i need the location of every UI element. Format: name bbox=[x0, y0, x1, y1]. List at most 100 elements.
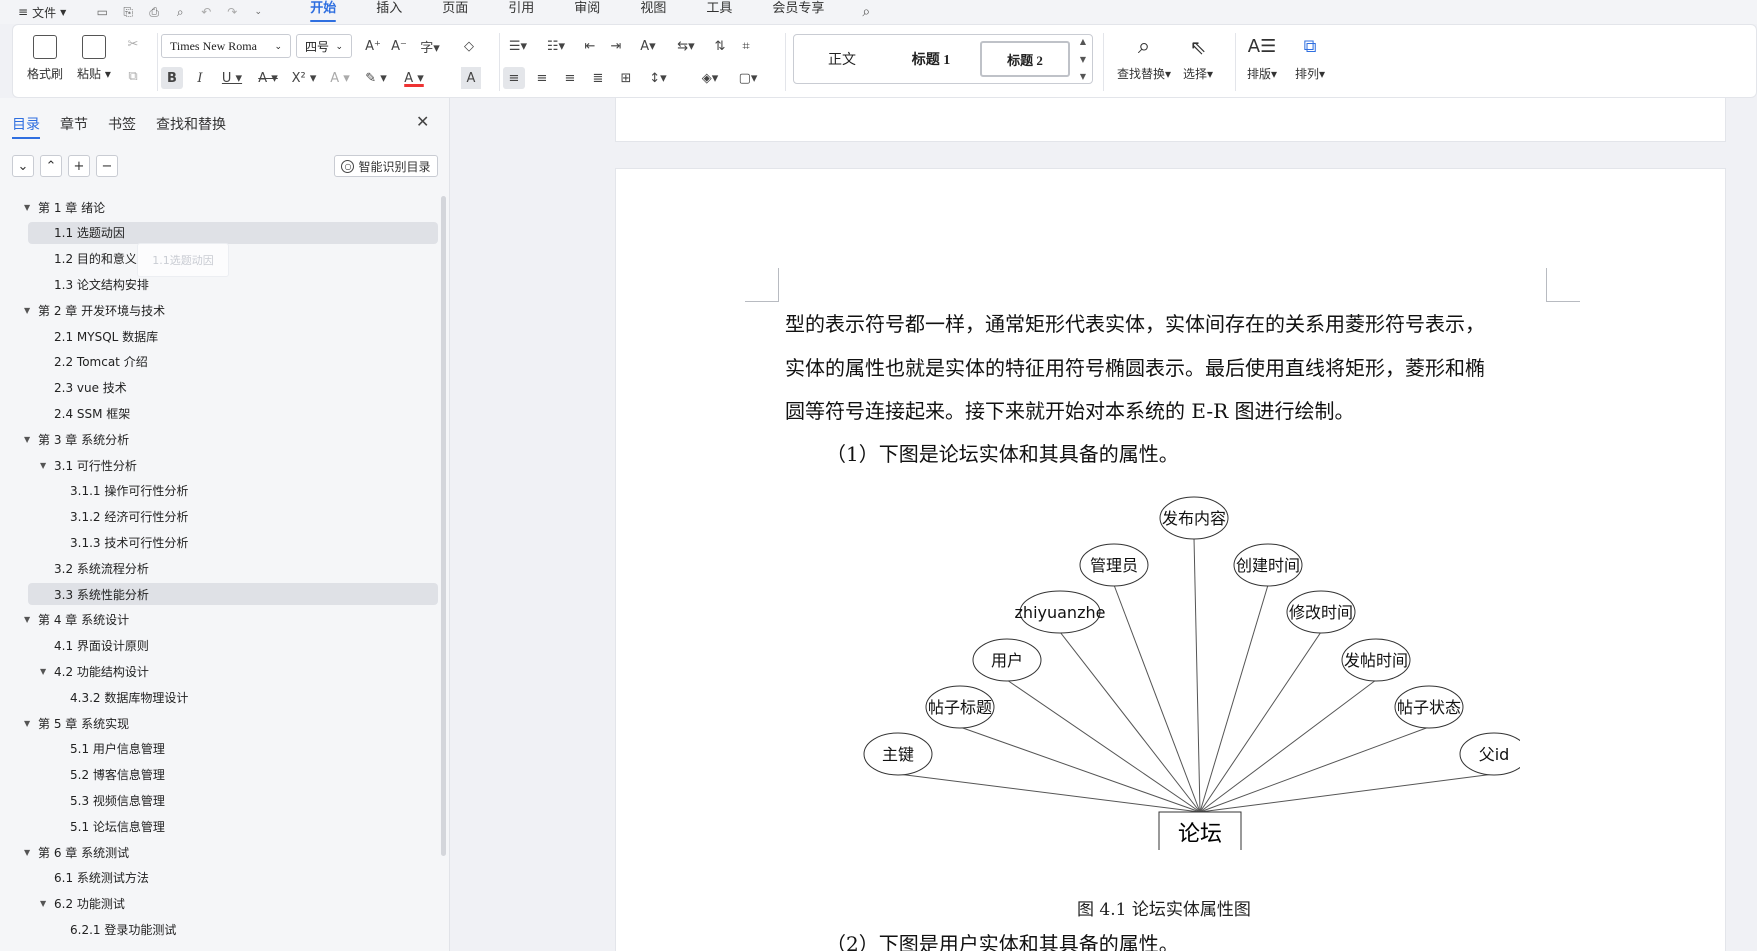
expand-triangle-icon[interactable]: ▼ bbox=[24, 719, 30, 728]
expand-triangle-icon[interactable]: ▼ bbox=[40, 899, 46, 908]
paste-button[interactable]: 粘贴 ▾ bbox=[77, 35, 111, 82]
decrease-indent-icon[interactable]: ⇤ bbox=[579, 35, 601, 57]
expand-triangle-icon[interactable]: ▼ bbox=[24, 615, 30, 624]
show-marks-icon[interactable]: ⌗ bbox=[735, 35, 757, 57]
tab-tools[interactable]: 工具 bbox=[686, 0, 752, 24]
save-icon[interactable]: ▭ bbox=[94, 5, 110, 19]
expand-triangle-icon[interactable]: ▼ bbox=[24, 203, 30, 212]
underline-icon[interactable]: U ▾ bbox=[217, 67, 247, 89]
toc-item[interactable]: ▼ 3.1 可行性分析 bbox=[28, 454, 438, 476]
er-diagram[interactable]: 主键 帖子标题 用户 zhiyuanzhe 管理员 发布内容创建时间修改时间发帖时间帖子状… bbox=[850, 490, 1520, 850]
toc-item[interactable]: 5.1 论坛信息管理 bbox=[28, 815, 438, 837]
toc-item[interactable]: 5.1 用户信息管理 bbox=[28, 738, 438, 760]
justify-icon[interactable]: ≣ bbox=[587, 67, 609, 89]
expand-icon[interactable]: ▼ bbox=[1080, 72, 1086, 81]
chevron-down-icon[interactable]: ▼ bbox=[1080, 55, 1086, 64]
numbered-list-icon[interactable]: ☷▾ bbox=[541, 35, 571, 57]
toc-item[interactable]: ▼ 第 1 章 绪论 bbox=[24, 196, 438, 218]
paragraph-line[interactable]: （1）下图是论坛实体和其具备的属性。 bbox=[826, 438, 1179, 467]
more-icon[interactable]: ⌄ bbox=[250, 5, 266, 19]
font-color-icon[interactable]: A ▾ bbox=[399, 67, 429, 89]
toc-item[interactable]: ▼ 4.2 功能结构设计 bbox=[28, 660, 438, 682]
style-normal[interactable]: 正文 bbox=[802, 41, 882, 77]
style-heading-2[interactable]: 标题 2 bbox=[980, 41, 1070, 77]
style-heading-1[interactable]: 标题 1 bbox=[888, 41, 974, 77]
toc-item[interactable]: 3.1.2 经济可行性分析 bbox=[28, 506, 438, 528]
arrange-button[interactable]: ⧉ 排列▾ bbox=[1295, 35, 1325, 82]
tab-references[interactable]: 引用 bbox=[488, 0, 554, 24]
align-center-icon[interactable]: ≡ bbox=[531, 67, 553, 89]
toc-item[interactable]: 4.1 界面设计原则 bbox=[28, 635, 438, 657]
tab-review[interactable]: 审阅 bbox=[554, 0, 620, 24]
cut-icon[interactable]: ✂ bbox=[123, 33, 143, 55]
chevron-up-icon[interactable]: ▲ bbox=[1080, 37, 1086, 46]
move-up-button[interactable]: ⌃ bbox=[40, 155, 62, 177]
tab-view[interactable]: 视图 bbox=[620, 0, 686, 24]
grow-font-icon[interactable]: A⁺ bbox=[362, 35, 384, 57]
toc-item[interactable]: 5.2 博客信息管理 bbox=[28, 764, 438, 786]
toc-item[interactable]: ▼ 第 4 章 系统设计 bbox=[24, 609, 438, 631]
clear-format-icon[interactable]: ◇ bbox=[458, 35, 480, 57]
format-painter-button[interactable]: 格式刷 bbox=[27, 35, 63, 82]
align-right-icon[interactable]: ≡ bbox=[559, 67, 581, 89]
bullet-list-icon[interactable]: ☰▾ bbox=[503, 35, 533, 57]
toc-item[interactable]: 1.1 选题动因 bbox=[28, 221, 438, 244]
strikethrough-icon[interactable]: A ▾ bbox=[253, 67, 283, 89]
tab-toc[interactable]: 目录 bbox=[12, 114, 40, 139]
file-menu[interactable]: ≡ 文件 ▼ bbox=[18, 4, 66, 21]
export-icon[interactable]: ⎘ bbox=[120, 5, 136, 19]
paragraph-line[interactable]: 型的表示符号都一样，通常矩形代表实体，实体间存在的关系用菱形符号表示， bbox=[785, 308, 1485, 337]
find-replace-button[interactable]: ⌕ 查找替换▾ bbox=[1117, 35, 1171, 82]
tab-find-replace[interactable]: 查找和替换 bbox=[156, 114, 226, 134]
font-size-select[interactable]: 四号 ⌄ bbox=[296, 34, 352, 58]
panel-scrollbar[interactable] bbox=[441, 196, 446, 856]
distribute-icon[interactable]: ⊞ bbox=[615, 67, 637, 89]
expand-triangle-icon[interactable]: ▼ bbox=[40, 667, 46, 676]
expand-triangle-icon[interactable]: ▼ bbox=[24, 848, 30, 857]
toc-item[interactable]: 2.2 Tomcat 介绍 bbox=[28, 351, 438, 373]
italic-icon[interactable]: I bbox=[189, 67, 211, 89]
tab-home[interactable]: 开始 bbox=[290, 0, 356, 24]
align-left-icon[interactable]: ≡ bbox=[503, 67, 525, 89]
add-heading-button[interactable]: + bbox=[68, 155, 90, 177]
toc-item[interactable]: ▼ 第 5 章 系统实现 bbox=[24, 712, 438, 734]
chinese-layout-icon[interactable]: A▾ bbox=[633, 35, 663, 57]
toc-item[interactable]: 1.3 论文结构安排 bbox=[28, 273, 438, 295]
highlight-icon[interactable]: ✎ ▾ bbox=[361, 67, 391, 89]
expand-triangle-icon[interactable]: ▼ bbox=[24, 435, 30, 444]
expand-triangle-icon[interactable]: ▼ bbox=[40, 461, 46, 470]
tab-sections[interactable]: 章节 bbox=[60, 114, 88, 134]
text-effect-icon[interactable]: A ▾ bbox=[325, 67, 355, 89]
select-button[interactable]: ⇖ 选择▾ bbox=[1183, 35, 1213, 82]
char-shading-icon[interactable]: A bbox=[461, 67, 481, 89]
toc-item[interactable]: 6.1 系统测试方法 bbox=[28, 867, 438, 889]
toc-item[interactable]: ▼ 6.2 功能测试 bbox=[28, 893, 438, 915]
toc-item[interactable]: ▼ 第 2 章 开发环境与技术 bbox=[24, 299, 438, 321]
print-preview-icon[interactable]: ⌕ bbox=[172, 5, 188, 19]
toc-item[interactable]: 6.2.1 登录功能测试 bbox=[28, 918, 438, 940]
superscript-icon[interactable]: X² ▾ bbox=[289, 67, 319, 89]
shading-icon[interactable]: ◈▾ bbox=[695, 67, 725, 89]
layout-button[interactable]: A☰ 排版▾ bbox=[1247, 35, 1277, 82]
copy-icon[interactable]: ⧉ bbox=[123, 65, 143, 87]
collapse-all-button[interactable]: ⌄ bbox=[12, 155, 34, 177]
toc-item[interactable]: ▼ 第 6 章 系统测试 bbox=[24, 841, 438, 863]
toc-item[interactable]: ▼ 第 3 章 系统分析 bbox=[24, 428, 438, 450]
toc-item[interactable]: 4.3.2 数据库物理设计 bbox=[28, 686, 438, 708]
toc-item[interactable]: 2.1 MYSQL 数据库 bbox=[28, 325, 438, 347]
increase-indent-icon[interactable]: ⇥ bbox=[605, 35, 627, 57]
tab-bookmarks[interactable]: 书签 bbox=[108, 114, 136, 134]
toc-item[interactable]: 3.2 系统流程分析 bbox=[28, 557, 438, 579]
paragraph-line[interactable]: （2）下图是用户实体和其具备的属性。 bbox=[826, 928, 1179, 951]
bold-icon[interactable]: B bbox=[161, 67, 183, 89]
style-gallery-scroll[interactable]: ▲ ▼ ▼ bbox=[1076, 37, 1090, 81]
toc-item[interactable]: 1.2 目的和意义 bbox=[28, 248, 438, 270]
remove-heading-button[interactable]: − bbox=[96, 155, 118, 177]
paragraph-line[interactable]: 圆等符号连接起来。接下来就开始对本系统的 E-R 图进行绘制。 bbox=[785, 395, 1355, 424]
toc-item[interactable]: 2.3 vue 技术 bbox=[28, 377, 438, 399]
font-name-select[interactable]: Times New Roma ⌄ bbox=[161, 34, 291, 58]
redo-icon[interactable]: ↷ bbox=[224, 5, 240, 19]
expand-triangle-icon[interactable]: ▼ bbox=[24, 306, 30, 315]
paragraph-line[interactable]: 实体的属性也就是实体的特征用符号椭圆表示。最后使用直线将矩形，菱形和椭 bbox=[785, 352, 1485, 381]
sort-icon[interactable]: ⇅ bbox=[709, 35, 731, 57]
